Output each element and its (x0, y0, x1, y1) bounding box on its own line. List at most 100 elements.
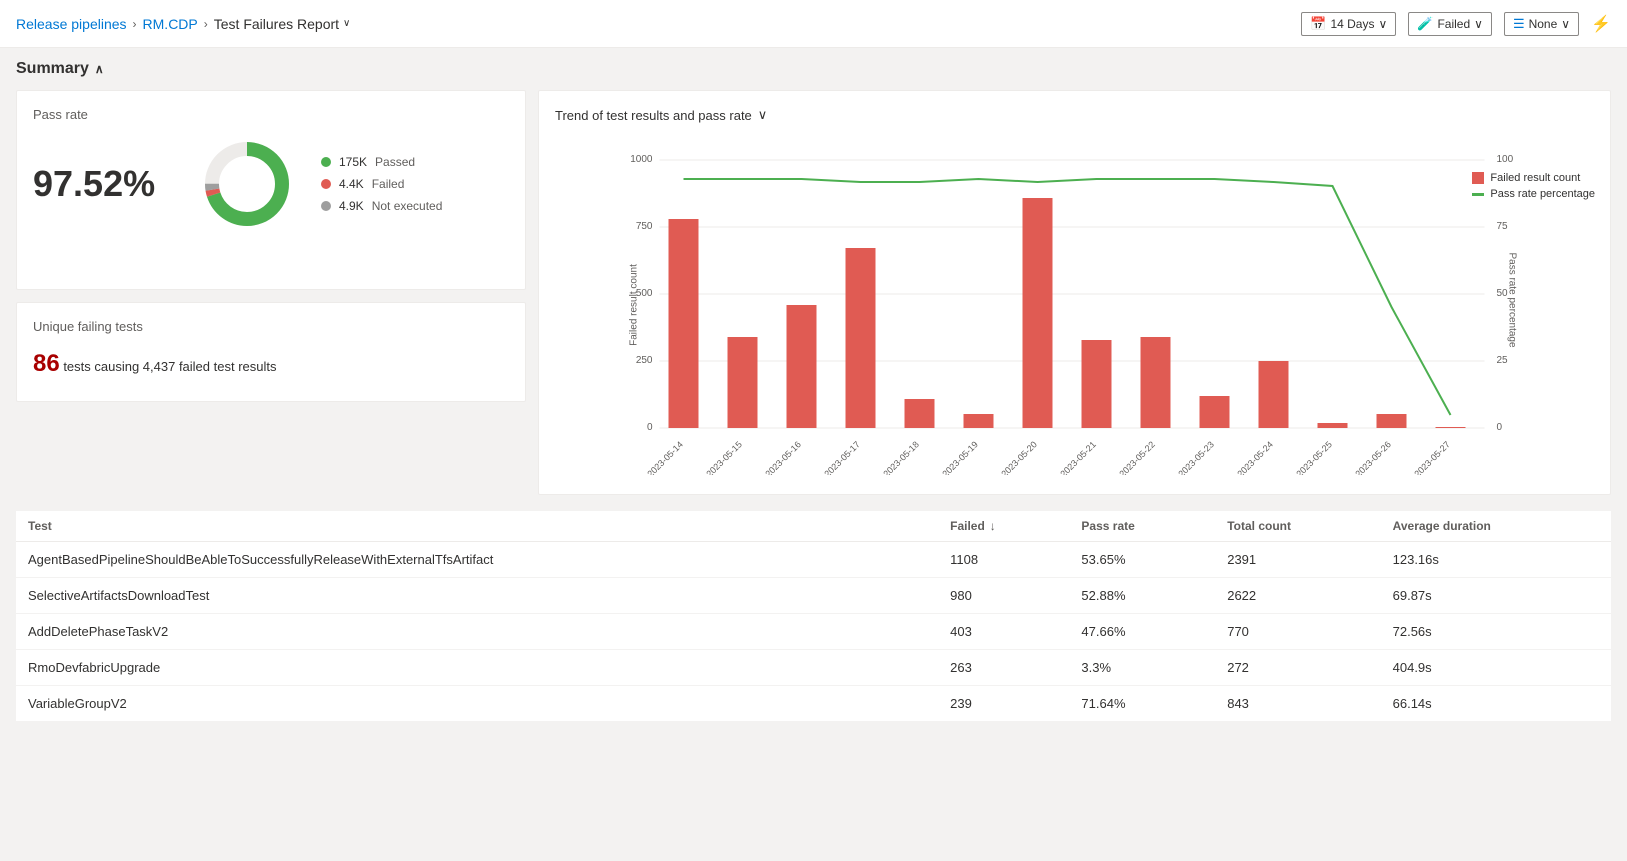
data-table: Test Failed ↓ Pass rate Total count Aver… (16, 511, 1611, 722)
cell-test: RmoDevfabricUpgrade (16, 650, 938, 686)
not-executed-dot (321, 201, 331, 211)
pass-rate-title: Pass rate (33, 107, 509, 122)
group-filter-label: None (1529, 17, 1558, 31)
trend-failed-icon (1472, 172, 1484, 184)
table-row[interactable]: VariableGroupV2 239 71.64% 843 66.14s (16, 686, 1611, 722)
cell-avg-duration: 69.87s (1381, 578, 1611, 614)
outcome-filter[interactable]: 🧪 Failed ∨ (1408, 12, 1492, 36)
cell-failed: 263 (938, 650, 1069, 686)
svg-text:2023-05-15: 2023-05-15 (704, 439, 744, 475)
svg-text:2023-05-14: 2023-05-14 (645, 439, 685, 475)
unique-failing-title: Unique failing tests (33, 319, 509, 334)
breadcrumb-dropdown-icon[interactable]: ∨ (343, 18, 350, 29)
failed-dot (321, 179, 331, 189)
passed-dot (321, 157, 331, 167)
bar-7 (1082, 340, 1112, 428)
pass-rate-value: 97.52% (33, 163, 173, 205)
days-filter-chevron: ∨ (1378, 17, 1387, 31)
cell-failed: 1108 (938, 542, 1069, 578)
bar-13 (1436, 427, 1466, 428)
cell-avg-duration: 72.56s (1381, 614, 1611, 650)
cell-avg-duration: 66.14s (1381, 686, 1611, 722)
breadcrumb-release-pipelines[interactable]: Release pipelines (16, 16, 127, 32)
svg-text:100: 100 (1497, 154, 1514, 165)
bar-4 (905, 399, 935, 428)
svg-text:250: 250 (636, 355, 653, 366)
cell-failed: 239 (938, 686, 1069, 722)
th-avg-duration: Average duration (1381, 511, 1611, 542)
sort-icon: ↓ (990, 519, 996, 533)
trend-pass-rate-label: Pass rate percentage (1490, 188, 1595, 200)
group-icon: ☰ (1513, 16, 1525, 32)
svg-text:2023-05-21: 2023-05-21 (1058, 439, 1098, 475)
legend-not-executed: 4.9K Not executed (321, 199, 442, 213)
summary-title: Summary (16, 60, 89, 78)
cell-total-count: 843 (1215, 686, 1380, 722)
breadcrumb: Release pipelines › RM.CDP › Test Failur… (16, 16, 350, 32)
main-content: Summary ∧ Pass rate 97.52% (0, 48, 1627, 734)
svg-text:75: 75 (1497, 221, 1509, 232)
th-test: Test (16, 511, 938, 542)
bar-0 (669, 219, 699, 428)
passed-label: Passed (375, 155, 415, 169)
not-executed-label: Not executed (372, 199, 443, 213)
pass-rate-legend: 175K Passed 4.4K Failed 4.9K Not execute… (321, 155, 442, 213)
th-failed[interactable]: Failed ↓ (938, 511, 1069, 542)
trend-pass-rate-icon (1472, 193, 1484, 196)
svg-text:2023-05-22: 2023-05-22 (1117, 439, 1157, 475)
breadcrumb-rm-cdp[interactable]: RM.CDP (143, 16, 198, 32)
svg-text:Failed result count: Failed result count (629, 264, 640, 346)
breadcrumb-report-title: Test Failures Report (214, 16, 339, 32)
days-filter[interactable]: 📅 14 Days ∨ (1301, 12, 1396, 36)
bar-8 (1141, 337, 1171, 428)
bar-1 (728, 337, 758, 428)
advanced-filter-button[interactable]: ⚡ (1591, 14, 1611, 34)
breadcrumb-sep-2: › (204, 17, 208, 31)
summary-row: Pass rate 97.52% (16, 90, 1611, 495)
table-row[interactable]: AddDeletePhaseTaskV2 403 47.66% 770 72.5… (16, 614, 1611, 650)
cell-total-count: 770 (1215, 614, 1380, 650)
not-executed-count: 4.9K (339, 199, 364, 213)
table-row[interactable]: AgentBasedPipelineShouldBeAbleToSuccessf… (16, 542, 1611, 578)
outcome-filter-chevron: ∨ (1474, 17, 1483, 31)
trend-legend-pass-rate: Pass rate percentage (1472, 188, 1595, 200)
failed-count: 4.4K (339, 177, 364, 191)
cell-avg-duration: 404.9s (1381, 650, 1611, 686)
unique-failing-card: Unique failing tests 86 tests causing 4,… (16, 302, 526, 402)
trend-title-chevron: ∨ (758, 107, 768, 123)
table-row[interactable]: RmoDevfabricUpgrade 263 3.3% 272 404.9s (16, 650, 1611, 686)
legend-failed: 4.4K Failed (321, 177, 442, 191)
pass-rate-card: Pass rate 97.52% (16, 90, 526, 290)
svg-text:2023-05-24: 2023-05-24 (1235, 439, 1275, 475)
legend-passed: 175K Passed (321, 155, 442, 169)
summary-header[interactable]: Summary ∧ (16, 60, 1611, 78)
table-row[interactable]: SelectiveArtifactsDownloadTest 980 52.88… (16, 578, 1611, 614)
cell-pass-rate: 3.3% (1069, 650, 1215, 686)
cell-pass-rate: 53.65% (1069, 542, 1215, 578)
trend-chart-title[interactable]: Trend of test results and pass rate ∨ (555, 107, 1594, 123)
svg-text:2023-05-20: 2023-05-20 (999, 439, 1039, 475)
group-filter[interactable]: ☰ None ∨ (1504, 12, 1579, 36)
top-bar: Release pipelines › RM.CDP › Test Failur… (0, 0, 1627, 48)
left-column: Pass rate 97.52% (16, 90, 526, 495)
cell-pass-rate: 71.64% (1069, 686, 1215, 722)
group-filter-chevron: ∨ (1561, 17, 1570, 31)
cell-total-count: 2391 (1215, 542, 1380, 578)
unique-failing-body: 86 tests causing 4,437 failed test resul… (33, 350, 509, 378)
outcome-filter-label: Failed (1437, 17, 1470, 31)
passed-count: 175K (339, 155, 367, 169)
svg-text:2023-05-18: 2023-05-18 (881, 439, 921, 475)
th-pass-rate: Pass rate (1069, 511, 1215, 542)
cell-avg-duration: 123.16s (1381, 542, 1611, 578)
cell-total-count: 272 (1215, 650, 1380, 686)
trend-legend: Failed result count Pass rate percentage (1472, 172, 1595, 200)
svg-text:50: 50 (1497, 288, 1509, 299)
filter-outcome-icon: 🧪 (1417, 16, 1433, 32)
cell-pass-rate: 47.66% (1069, 614, 1215, 650)
trend-failed-label: Failed result count (1490, 172, 1580, 184)
calendar-icon: 📅 (1310, 16, 1326, 32)
svg-text:0: 0 (647, 422, 653, 433)
unique-failing-description: tests causing 4,437 failed test results (60, 359, 277, 374)
bar-11 (1318, 423, 1348, 428)
trend-svg: 0 250 500 750 1000 0 25 50 75 100 Failed… (555, 135, 1594, 475)
